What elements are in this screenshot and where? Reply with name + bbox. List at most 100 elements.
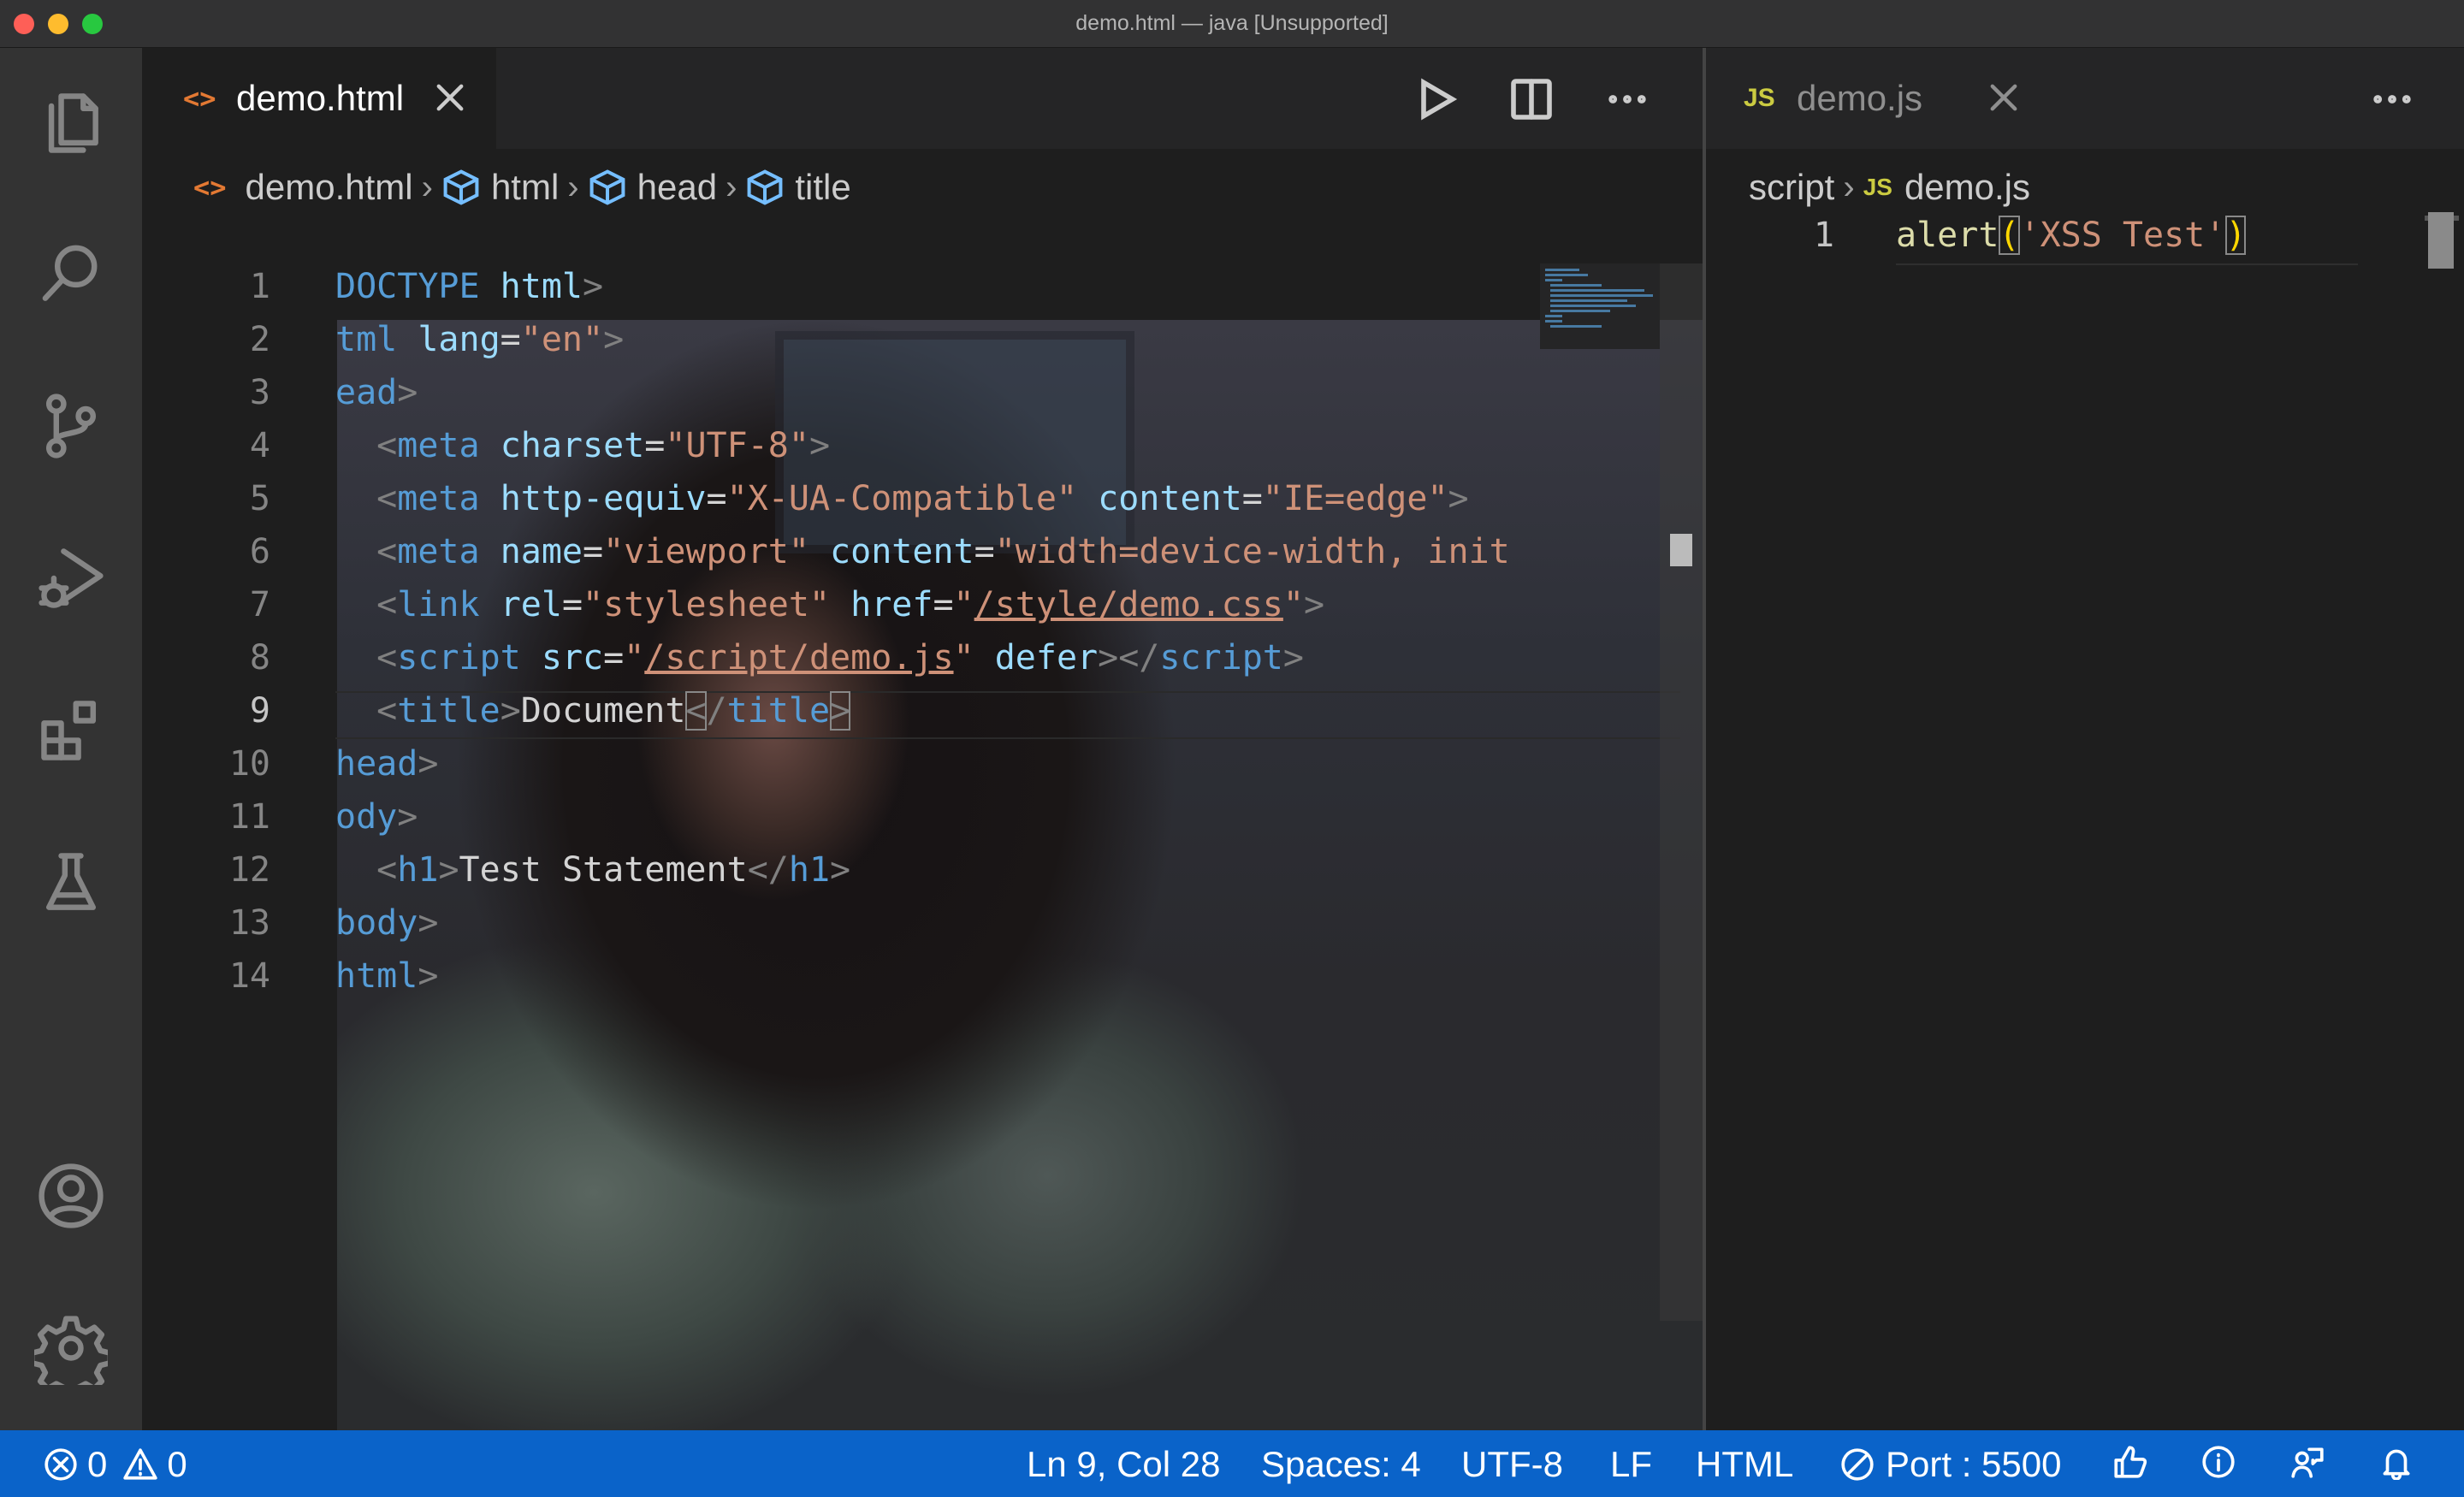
line-number: 13	[228, 903, 270, 943]
notifications-bell-icon[interactable]	[2378, 1444, 2414, 1480]
more-actions-icon[interactable]	[2368, 75, 2416, 123]
window-title: demo.html — java [Unsupported]	[1075, 11, 1389, 35]
scrollbar-cursor-marker	[1670, 534, 1692, 566]
activity-bar	[0, 48, 142, 1430]
tab-demo-html[interactable]: <> demo.html	[142, 48, 496, 149]
code-string: 'XSS Test'	[2019, 216, 2226, 255]
code-line-13: body>	[335, 903, 439, 943]
run-icon[interactable]	[1412, 75, 1460, 123]
circle-slash-icon	[1841, 1448, 1874, 1481]
element-cube-icon	[747, 169, 783, 205]
error-icon	[44, 1448, 77, 1481]
live-server-port[interactable]: Port : 5500	[1839, 1444, 2061, 1485]
chevron-right-icon: ›	[421, 168, 433, 206]
code-line-2: tml lang="en">	[335, 320, 625, 359]
code-line-14: html>	[335, 956, 439, 996]
vertical-scrollbar[interactable]	[2428, 212, 2454, 269]
code-function: alert	[1896, 216, 1999, 255]
feedback-icon[interactable]	[2112, 1444, 2147, 1480]
code-line-7: <link rel="stylesheet" href="/style/demo…	[376, 585, 1325, 624]
tab-label: demo.html	[236, 78, 405, 118]
line-number: 3	[249, 373, 270, 412]
code-line-3: ead>	[335, 373, 418, 412]
minimap[interactable]	[1540, 263, 1660, 349]
code-paren-close: )	[2225, 216, 2247, 255]
live-share-icon[interactable]	[2289, 1444, 2325, 1480]
breadcrumb-item-file[interactable]: demo.html	[246, 167, 413, 208]
html-file-icon: <>	[183, 82, 216, 115]
line-number: 2	[249, 320, 270, 359]
port-label: Port : 5500	[1886, 1444, 2062, 1484]
breadcrumb: <> demo.html › html › head › title	[193, 157, 851, 217]
line-number: 7	[249, 585, 270, 624]
code-line-11: ody>	[335, 797, 418, 837]
problems-indicator[interactable]: 0 0	[43, 1444, 187, 1485]
line-number: 14	[228, 956, 270, 996]
breadcrumb-item-file[interactable]: demo.js	[1904, 167, 2030, 208]
line-number: 8	[249, 638, 270, 677]
element-cube-icon	[443, 169, 479, 205]
breadcrumb: script › JS demo.js	[1749, 157, 2030, 217]
code-line-10: head>	[335, 744, 439, 784]
files-icon[interactable]	[28, 80, 114, 166]
split-editor-icon[interactable]	[1507, 75, 1555, 123]
line-number: 6	[249, 532, 270, 571]
right-tab-bar: JS demo.js	[1706, 48, 2464, 149]
line-number: 1	[1813, 216, 1834, 255]
chevron-right-icon: ›	[1843, 168, 1855, 206]
html-file-icon: <>	[193, 171, 227, 204]
line-number: 4	[249, 426, 270, 465]
right-editor-group: JS demo.js script › JS demo.js 1 alert('…	[1706, 48, 2464, 1430]
error-count: 0	[87, 1444, 108, 1484]
indentation-setting[interactable]: Spaces: 4	[1261, 1444, 1421, 1485]
chevron-right-icon: ›	[726, 168, 737, 206]
eol-setting[interactable]: LF	[1610, 1444, 1652, 1485]
breadcrumb-item-folder[interactable]: script	[1749, 167, 1834, 208]
account-icon[interactable]	[28, 1153, 114, 1239]
breadcrumb-item-title[interactable]: title	[795, 167, 850, 208]
line-number: 5	[249, 479, 270, 518]
code-line-9: <title>Document</title>	[376, 691, 851, 731]
close-tab-button[interactable]	[1985, 79, 2023, 116]
run-debug-icon[interactable]	[28, 535, 114, 621]
extensions-icon[interactable]	[28, 688, 114, 773]
left-tab-bar: <> demo.html	[142, 48, 1703, 149]
js-file-icon: JS	[1744, 84, 1775, 112]
close-tab-button[interactable]	[431, 79, 469, 116]
js-file-icon: JS	[1863, 174, 1892, 200]
breadcrumb-item-html[interactable]: html	[491, 167, 559, 208]
encoding-setting[interactable]: UTF-8	[1461, 1444, 1563, 1485]
line-number: 10	[228, 744, 270, 784]
code-paren-open: (	[1999, 216, 2020, 255]
code-line-8: <script src="/script/demo.js" defer></sc…	[376, 638, 1304, 677]
code-line-5: <meta http-equiv="X-UA-Compatible" conte…	[376, 479, 1469, 518]
vertical-scrollbar[interactable]	[1660, 263, 1703, 1321]
source-control-icon[interactable]	[28, 383, 114, 469]
code-line-12: <h1>Test Statement</h1>	[376, 850, 851, 890]
line-number: 1	[249, 267, 270, 306]
left-editor-group: <> demo.html <> demo.html › html › head …	[142, 48, 1703, 1430]
breadcrumb-item-head[interactable]: head	[637, 167, 717, 208]
search-icon[interactable]	[28, 231, 114, 317]
line-number: 12	[228, 850, 270, 890]
settings-gear-icon[interactable]	[28, 1305, 114, 1391]
chevron-right-icon: ›	[567, 168, 579, 206]
current-line-highlight	[1896, 263, 2358, 265]
info-icon[interactable]	[2200, 1444, 2236, 1480]
tab-demo-js[interactable]: JS demo.js	[1706, 48, 2048, 149]
status-bar: 0 0 Ln 9, Col 28 Spaces: 4 UTF-8 LF HTML…	[0, 1430, 2464, 1497]
code-editor[interactable]: 1 2 3 4 5 6 7 8 9 10 11 12 13 14 DOCTYPE…	[142, 216, 1703, 1430]
language-mode[interactable]: HTML	[1696, 1444, 1793, 1485]
warning-icon	[123, 1448, 158, 1480]
cursor-position[interactable]: Ln 9, Col 28	[1027, 1444, 1221, 1485]
code-line-1[interactable]: alert('XSS Test')	[1896, 216, 2247, 255]
testing-icon[interactable]	[28, 840, 114, 926]
line-number-current: 9	[249, 691, 270, 731]
code-line-4: <meta charset="UTF-8">	[376, 426, 831, 465]
title-bar: demo.html — java [Unsupported]	[0, 0, 2464, 48]
more-actions-icon[interactable]	[1603, 75, 1651, 123]
element-cube-icon	[589, 169, 625, 205]
line-number: 11	[228, 797, 270, 837]
tab-label: demo.js	[1797, 78, 1923, 118]
code-line-1: DOCTYPE html>	[335, 267, 604, 306]
